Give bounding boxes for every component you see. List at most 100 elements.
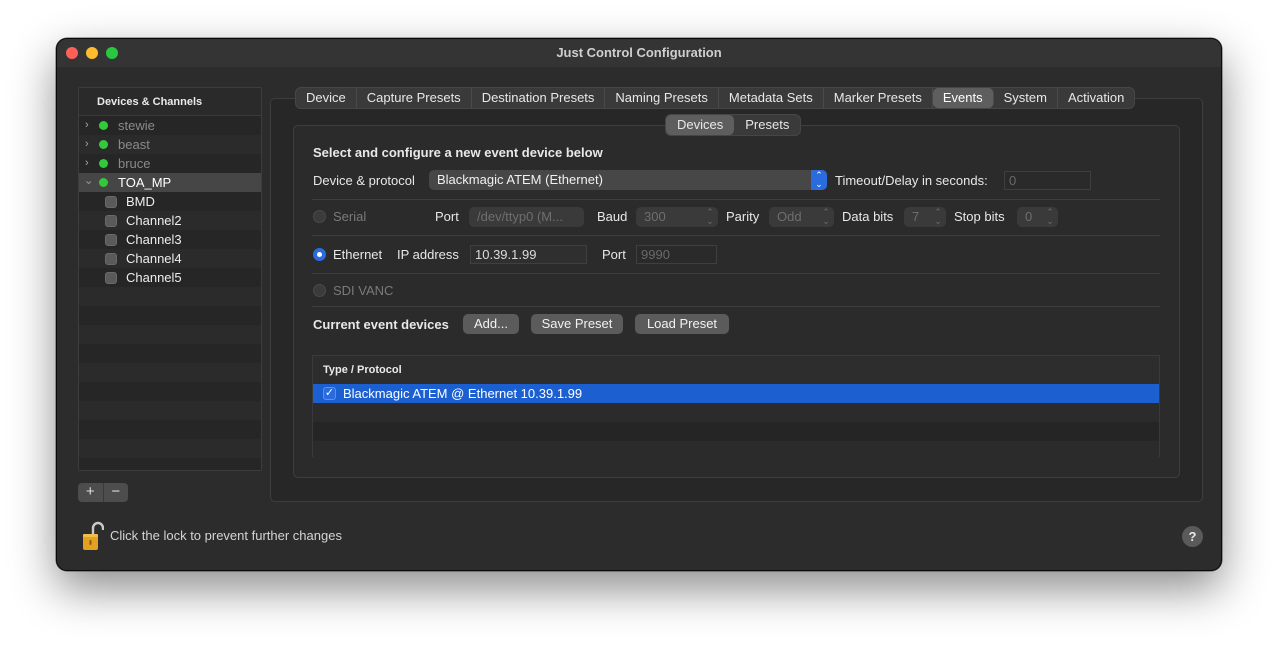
- timeout-field[interactable]: 0: [1004, 171, 1091, 190]
- remove-device-button[interactable]: −: [104, 483, 129, 502]
- lock-button[interactable]: [82, 521, 105, 554]
- baud-value: 300: [644, 209, 666, 224]
- device-row-bruce[interactable]: › bruce: [79, 154, 261, 173]
- stopbits-select[interactable]: 0 ⌃ ⌄: [1017, 207, 1058, 227]
- chevron-right-icon[interactable]: ›: [85, 116, 89, 135]
- stopbits-label: Stop bits: [954, 209, 1005, 224]
- tab-activation[interactable]: Activation: [1058, 88, 1134, 108]
- device-protocol-value: Blackmagic ATEM (Ethernet): [437, 172, 603, 187]
- tab-destination-presets[interactable]: Destination Presets: [472, 88, 606, 108]
- status-dot: [99, 159, 108, 168]
- status-dot: [99, 178, 108, 187]
- device-label: TOA_MP: [118, 175, 172, 190]
- device-row-beast[interactable]: › beast: [79, 135, 261, 154]
- serial-radio[interactable]: [313, 210, 326, 223]
- divider: [312, 235, 1160, 236]
- databits-value: 7: [912, 209, 920, 224]
- ethernet-port-field[interactable]: 9990: [636, 245, 717, 264]
- channel-checkbox[interactable]: [105, 272, 117, 284]
- lock-message: Click the lock to prevent further change…: [110, 528, 342, 543]
- channel-row[interactable]: Channel4: [79, 249, 261, 268]
- events-subtab-bar: Devices Presets: [665, 114, 802, 136]
- device-protocol-select[interactable]: Blackmagic ATEM (Ethernet) ⌃ ⌄: [429, 170, 827, 190]
- serial-label: Serial: [333, 209, 367, 224]
- baud-label: Baud: [597, 209, 628, 224]
- device-label: bruce: [118, 156, 151, 171]
- current-devices-label: Current event devices: [313, 317, 449, 332]
- empty-row: [79, 458, 261, 470]
- device-label: stewie: [118, 118, 155, 133]
- tab-marker-presets[interactable]: Marker Presets: [824, 88, 933, 108]
- empty-row: [79, 420, 261, 439]
- channel-label: Channel5: [126, 270, 182, 285]
- parity-value: Odd: [777, 209, 802, 224]
- tab-device[interactable]: Device: [296, 88, 357, 108]
- events-heading: Select and configure a new event device …: [313, 145, 603, 160]
- databits-select[interactable]: 7 ⌃ ⌄: [904, 207, 946, 227]
- channel-row[interactable]: BMD: [79, 192, 261, 211]
- load-preset-button[interactable]: Load Preset: [635, 314, 729, 334]
- subtab-devices[interactable]: Devices: [666, 115, 735, 135]
- status-dot: [99, 121, 108, 130]
- tab-system[interactable]: System: [994, 88, 1058, 108]
- ethernet-port-label: Port: [602, 247, 626, 262]
- table-row: [313, 422, 1159, 441]
- table-row: [313, 403, 1159, 422]
- ip-address-label: IP address: [397, 247, 459, 262]
- divider: [312, 199, 1160, 200]
- chevron-right-icon[interactable]: ›: [85, 154, 89, 173]
- tab-naming-presets[interactable]: Naming Presets: [605, 88, 719, 108]
- divider: [312, 273, 1160, 274]
- timeout-label: Timeout/Delay in seconds:: [835, 173, 988, 188]
- tab-capture-presets[interactable]: Capture Presets: [357, 88, 472, 108]
- subtab-presets[interactable]: Presets: [734, 115, 800, 135]
- channel-label: Channel2: [126, 213, 182, 228]
- baud-select[interactable]: 300 ⌃ ⌄: [636, 207, 718, 227]
- device-row-stewie[interactable]: › stewie: [79, 116, 261, 135]
- tab-metadata-sets[interactable]: Metadata Sets: [719, 88, 824, 108]
- channel-label: Channel4: [126, 251, 182, 266]
- divider: [312, 306, 1160, 307]
- help-button[interactable]: ?: [1182, 526, 1203, 547]
- updown-arrows-icon: ⌃ ⌄: [934, 207, 942, 226]
- stopbits-value: 0: [1025, 209, 1033, 224]
- unlocked-padlock-icon: [83, 521, 105, 550]
- device-row-toa-mp[interactable]: › TOA_MP: [79, 173, 261, 192]
- add-remove-control: + −: [78, 483, 128, 502]
- add-device-button[interactable]: +: [78, 483, 104, 502]
- ethernet-radio[interactable]: [313, 248, 326, 261]
- updown-arrows-icon: ⌃ ⌄: [1046, 207, 1054, 226]
- device-protocol-label: Device & protocol: [313, 173, 415, 188]
- channel-row[interactable]: Channel2: [79, 211, 261, 230]
- channel-label: Channel3: [126, 232, 182, 247]
- table-cell: Blackmagic ATEM @ Ethernet 10.39.1.99: [343, 386, 583, 401]
- table-row: [313, 441, 1159, 457]
- channel-row[interactable]: Channel3: [79, 230, 261, 249]
- databits-label: Data bits: [842, 209, 894, 224]
- tab-events[interactable]: Events: [932, 88, 994, 108]
- save-preset-button[interactable]: Save Preset: [531, 314, 623, 334]
- channel-row[interactable]: Channel5: [79, 268, 261, 287]
- channel-checkbox[interactable]: [105, 253, 117, 265]
- devices-sidebar: Devices & Channels › stewie › beast › br…: [78, 87, 262, 471]
- table-row[interactable]: ✓ Blackmagic ATEM @ Ethernet 10.39.1.99: [313, 384, 1159, 403]
- chevron-down-icon[interactable]: ›: [79, 181, 97, 185]
- channel-checkbox[interactable]: [105, 234, 117, 246]
- ethernet-label: Ethernet: [333, 247, 383, 262]
- add-event-device-button[interactable]: Add...: [463, 314, 519, 334]
- checkmark-icon[interactable]: ✓: [323, 387, 336, 400]
- event-devices-table: Type / Protocol ✓ Blackmagic ATEM @ Ethe…: [312, 355, 1160, 457]
- channel-checkbox[interactable]: [105, 215, 117, 227]
- empty-row: [79, 382, 261, 401]
- parity-select[interactable]: Odd ⌃ ⌄: [769, 207, 834, 227]
- sdi-vanc-label: SDI VANC: [333, 283, 394, 298]
- serial-port-select[interactable]: /dev/ttyp0 (M...: [469, 207, 584, 227]
- config-window: Just Control Configuration Devices & Cha…: [56, 38, 1222, 571]
- table-header-type-protocol[interactable]: Type / Protocol: [313, 356, 1159, 384]
- sdi-vanc-radio[interactable]: [313, 284, 326, 297]
- channel-checkbox[interactable]: [105, 196, 117, 208]
- ip-address-field[interactable]: 10.39.1.99: [470, 245, 587, 264]
- parity-label: Parity: [726, 209, 760, 224]
- chevron-right-icon[interactable]: ›: [85, 135, 89, 154]
- empty-row: [79, 325, 261, 344]
